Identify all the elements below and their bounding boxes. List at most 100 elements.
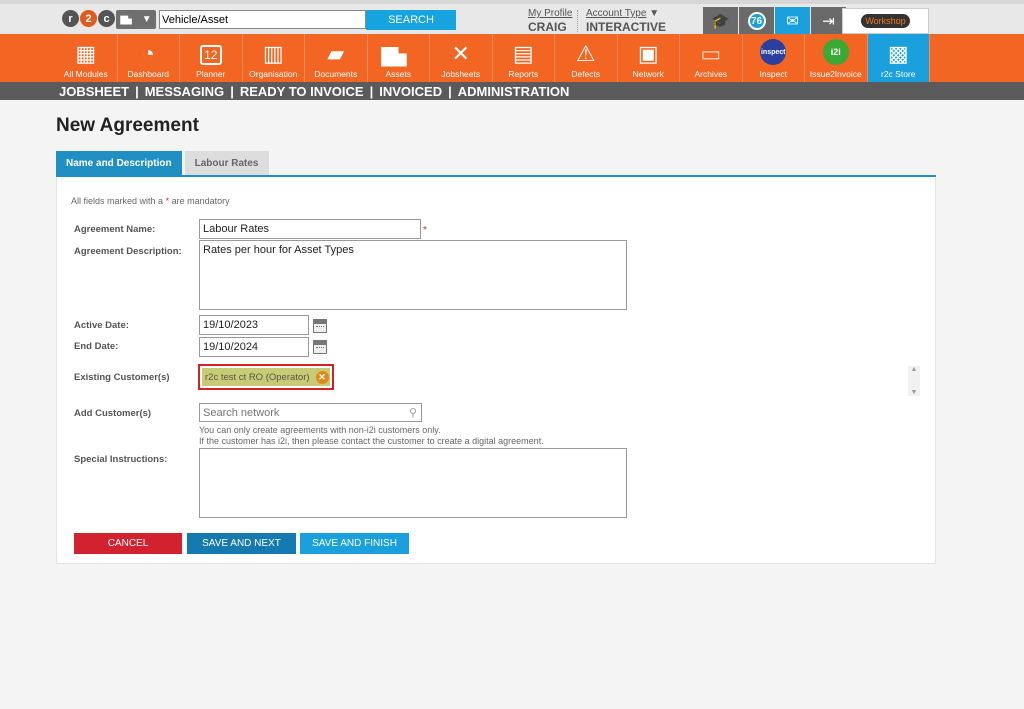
nav-reports[interactable]: ▤ Reports (493, 34, 555, 82)
divider (577, 10, 578, 32)
vehicle-search-input[interactable] (159, 10, 366, 29)
active-date-input[interactable] (199, 315, 309, 335)
nav-r2c-store[interactable]: ▩ r2c Store (867, 34, 930, 82)
nav-label: Planner (196, 69, 226, 79)
nav-dashboard[interactable]: ◔ Dashboard (118, 34, 180, 82)
customer-list-scrollbar[interactable]: ▲ ▼ (908, 366, 920, 396)
account-type-link[interactable]: Account Type (586, 8, 646, 19)
nav-defects[interactable]: ⚠ Defects (555, 34, 618, 82)
grid-icon: ▦ (75, 41, 97, 66)
inspect-icon: inspect (760, 39, 787, 65)
notification-badge: 76 (747, 12, 766, 30)
main-content: New Agreement Name and Description Labou… (0, 115, 1024, 564)
subnav-separator: | (135, 83, 139, 99)
form-tabs: Name and Description Labour Rates (56, 151, 1024, 175)
user-name: CRAIG (528, 20, 567, 34)
calendar-icon[interactable] (313, 319, 327, 333)
scroll-down-icon[interactable]: ▼ (911, 389, 918, 396)
customer-note-line-1: You can only create agreements with non-… (199, 425, 441, 435)
nav-label: Network (632, 69, 664, 79)
r2c-logo[interactable]: r 2 c (62, 10, 115, 27)
nav-jobsheets[interactable]: ✕ Jobsheets (430, 34, 493, 82)
customer-chip: r2c test ct RO (Operator) ✕ (202, 368, 330, 386)
end-date-input[interactable] (199, 337, 309, 357)
workshop-logo[interactable]: Workshop (842, 8, 929, 34)
calendar-icon: 12 (199, 45, 222, 65)
subnav-separator: | (448, 83, 452, 99)
search-network-input[interactable]: Search network ⚲ (199, 403, 422, 422)
subnav-messaging[interactable]: MESSAGING (145, 84, 224, 99)
chevron-down-icon: ▼ (649, 8, 660, 19)
envelope-icon[interactable]: ✉ (775, 7, 810, 35)
subnav-administration[interactable]: ADMINISTRATION (458, 84, 570, 99)
truck-icon: ▆▖ (120, 14, 136, 25)
buildings-icon: ▥ (262, 41, 284, 66)
save-and-finish-button[interactable]: SAVE AND FINISH (300, 533, 409, 554)
nav-archives[interactable]: ▭ Archives (680, 34, 743, 82)
subnav-separator: | (230, 83, 234, 99)
calendar-icon[interactable] (313, 340, 327, 354)
nav-organisation[interactable]: ▥ Organisation (243, 34, 305, 82)
nav-documents[interactable]: ▰ Documents (305, 34, 368, 82)
main-nav: ▦ All Modules ◔ Dashboard 12 Planner ▥ Organ… (0, 34, 1024, 82)
cancel-button[interactable]: CANCEL (74, 533, 182, 554)
sub-nav: JOBSHEET | MESSAGING | READY TO INVOICE … (0, 82, 1024, 100)
remove-customer-icon[interactable]: ✕ (315, 370, 329, 384)
logout-icon[interactable]: ⇥ (811, 7, 846, 35)
nav-label: Inspect (759, 69, 787, 79)
my-profile-link[interactable]: My Profile (528, 8, 572, 19)
agreement-name-input[interactable] (199, 219, 421, 239)
clipboard-icon: ▤ (512, 41, 534, 66)
tab-name-and-description[interactable]: Name and Description (56, 151, 182, 175)
tab-labour-rates[interactable]: Labour Rates (184, 151, 269, 175)
i2i-icon: i2i (822, 39, 849, 65)
i2i-badge: i2i (830, 47, 841, 57)
subnav-ready-to-invoice[interactable]: READY TO INVOICE (240, 84, 364, 99)
search-network-placeholder: Search network (203, 406, 280, 419)
notifications-icon[interactable]: 76 (739, 7, 774, 35)
calendar-day: 12 (204, 48, 218, 62)
search-button[interactable]: SEARCH (366, 10, 456, 30)
subnav-jobsheet[interactable]: JOBSHEET (59, 84, 129, 99)
end-date-label: End Date: (74, 341, 119, 352)
nav-label: Organisation (249, 69, 298, 79)
mandatory-note: All fields marked with a * are mandatory (71, 196, 230, 206)
nav-label: Issue2Invoice (809, 69, 862, 79)
mandatory-note-text: All fields marked with a (71, 196, 164, 206)
tools-icon: ✕ (451, 41, 470, 66)
customer-note-line-2: If the customer has i2i, then please con… (199, 436, 544, 446)
nav-all-modules[interactable]: ▦ All Modules (55, 34, 118, 82)
customer-chip-label: r2c test ct RO (Operator) (205, 371, 310, 383)
nav-label: r2c Store (881, 69, 916, 79)
my-profile[interactable]: My Profile CRAIG (528, 8, 572, 34)
required-star: * (423, 225, 427, 236)
search-icon[interactable]: ⚲ (409, 406, 417, 419)
vehicle-type-select[interactable]: ▆▖ ▼ (116, 10, 156, 29)
nav-inspect[interactable]: inspect Inspect (743, 34, 805, 82)
account-type-value: INTERACTIVE (586, 20, 667, 34)
nav-label: Assets (385, 69, 411, 79)
inspect-badge: inspect (760, 48, 786, 56)
nav-label: All Modules (63, 69, 108, 79)
mandatory-note-text: are mandatory (171, 196, 230, 206)
save-and-next-button[interactable]: SAVE AND NEXT (187, 533, 296, 554)
nav-label: Reports (508, 69, 539, 79)
nav-planner[interactable]: 12 Planner (180, 34, 243, 82)
subnav-invoiced[interactable]: INVOICED (379, 84, 442, 99)
nav-network[interactable]: ▣ Network (618, 34, 680, 82)
truck-icon: ▆▖ (381, 41, 416, 66)
nav-assets[interactable]: ▆▖ Assets (368, 34, 430, 82)
special-instructions-textarea[interactable] (199, 448, 627, 518)
nav-issue2invoice[interactable]: i2i Issue2Invoice (805, 34, 868, 82)
scroll-up-icon[interactable]: ▲ (911, 366, 918, 373)
add-customers-label: Add Customer(s) (74, 408, 152, 419)
graduation-cap-icon[interactable]: 🎓 (703, 7, 738, 35)
special-instructions-label: Special Instructions: (74, 454, 168, 465)
folder-icon: ▰ (327, 41, 345, 66)
account-type[interactable]: Account Type ▼ INTERACTIVE (586, 8, 666, 34)
agreement-form: All fields marked with a * are mandatory… (56, 177, 936, 564)
agreement-name-label: Agreement Name: (74, 224, 156, 235)
nav-label: Archives (694, 69, 728, 79)
agreement-description-textarea[interactable]: Rates per hour for Asset Types (199, 240, 627, 310)
existing-customers-label: Existing Customer(s) (74, 372, 170, 383)
